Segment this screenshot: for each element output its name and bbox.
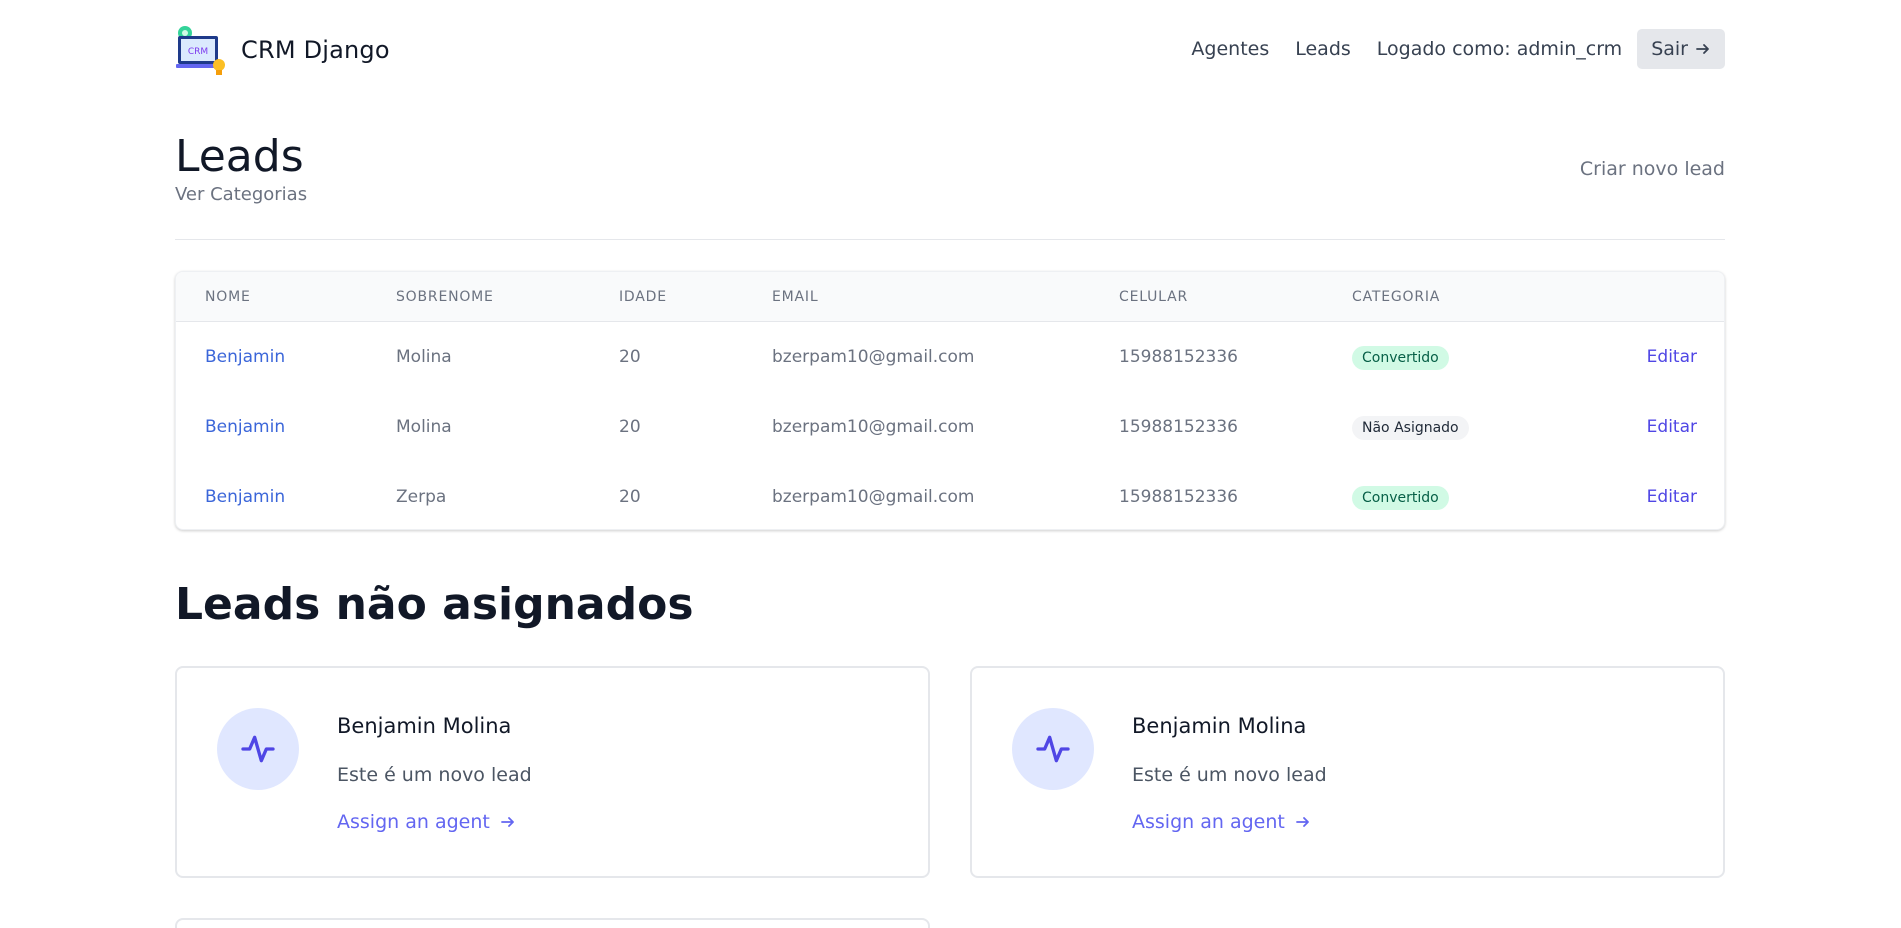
divider	[175, 239, 1725, 240]
unassigned-title: Leads não asignados	[175, 579, 694, 630]
category-badge: Convertido	[1352, 486, 1449, 510]
table-row: Benjamin Zerpa 20 bzerpam10@gmail.com 15…	[176, 463, 1724, 529]
header-name: Nome	[205, 289, 251, 305]
brand-name: CRM Django	[241, 36, 390, 64]
lead-phone: 15988152336	[1119, 347, 1238, 367]
lead-name-link[interactable]: Benjamin	[205, 347, 285, 367]
lead-name-link[interactable]: Benjamin	[205, 487, 285, 507]
lead-card-description: Este é um novo lead	[1132, 764, 1327, 786]
nav-agents-link[interactable]: Agentes	[1191, 38, 1269, 60]
header-phone: Celular	[1119, 289, 1188, 305]
assign-agent-link[interactable]: Assign an agent	[1132, 811, 1311, 833]
logo-text: CRM	[188, 47, 208, 57]
crm-logo-icon: CRM	[175, 24, 227, 76]
lead-email: bzerpam10@gmail.com	[772, 347, 975, 367]
activity-icon	[217, 708, 299, 790]
table-header: Nome Sobrenome Idade Email Celular Categ…	[176, 272, 1724, 322]
lead-age: 20	[619, 417, 641, 437]
edit-link[interactable]: Editar	[1647, 417, 1697, 437]
lead-age: 20	[619, 487, 641, 507]
lead-email: bzerpam10@gmail.com	[772, 417, 975, 437]
lead-surname: Zerpa	[396, 487, 447, 507]
lead-card-name: Benjamin Molina	[1132, 714, 1307, 738]
lead-surname: Molina	[396, 417, 452, 437]
lead-card-description: Este é um novo lead	[337, 764, 532, 786]
assign-agent-label: Assign an agent	[1132, 811, 1285, 833]
page-title: Leads	[175, 131, 304, 182]
edit-link[interactable]: Editar	[1647, 487, 1697, 507]
lead-card-name: Benjamin Molina	[337, 714, 512, 738]
header-surname: Sobrenome	[396, 289, 494, 305]
header-category: Categoria	[1352, 289, 1441, 305]
category-badge: Convertido	[1352, 346, 1449, 370]
header-email: Email	[772, 289, 819, 305]
arrow-right-icon	[500, 817, 514, 827]
lead-age: 20	[619, 347, 641, 367]
view-categories-link[interactable]: Ver Categorias	[175, 184, 307, 205]
logout-button[interactable]: Sair	[1637, 29, 1725, 69]
assign-agent-link[interactable]: Assign an agent	[337, 811, 516, 833]
nav-leads-link[interactable]: Leads	[1295, 38, 1351, 60]
unassigned-lead-card: Benjamin Molina Este é um novo lead Assi…	[970, 666, 1725, 878]
table-row: Benjamin Molina 20 bzerpam10@gmail.com 1…	[176, 323, 1724, 393]
header-age: Idade	[619, 289, 667, 305]
arrow-right-icon	[1696, 44, 1709, 54]
lead-surname: Molina	[396, 347, 452, 367]
assign-agent-label: Assign an agent	[337, 811, 490, 833]
category-badge: Não Asignado	[1352, 416, 1469, 440]
edit-link[interactable]: Editar	[1647, 347, 1697, 367]
lead-phone: 15988152336	[1119, 417, 1238, 437]
top-navbar: CRM CRM Django Agentes Leads Logado como…	[175, 22, 1725, 78]
lead-email: bzerpam10@gmail.com	[772, 487, 975, 507]
brand[interactable]: CRM CRM Django	[175, 22, 390, 78]
leads-table: Nome Sobrenome Idade Email Celular Categ…	[175, 271, 1725, 530]
create-lead-link[interactable]: Criar novo lead	[1580, 158, 1725, 180]
logged-user-label: Logado como: admin_crm	[1376, 38, 1623, 60]
arrow-right-icon	[1295, 817, 1309, 827]
lead-name-link[interactable]: Benjamin	[205, 417, 285, 437]
logout-label: Sair	[1651, 38, 1688, 60]
nav-menu: Agentes Leads Logado como: admin_crm Sai…	[1191, 29, 1725, 69]
activity-icon	[1012, 708, 1094, 790]
table-row: Benjamin Molina 20 bzerpam10@gmail.com 1…	[176, 393, 1724, 463]
lead-phone: 15988152336	[1119, 487, 1238, 507]
unassigned-lead-card-partial	[175, 918, 930, 928]
unassigned-lead-card: Benjamin Molina Este é um novo lead Assi…	[175, 666, 930, 878]
